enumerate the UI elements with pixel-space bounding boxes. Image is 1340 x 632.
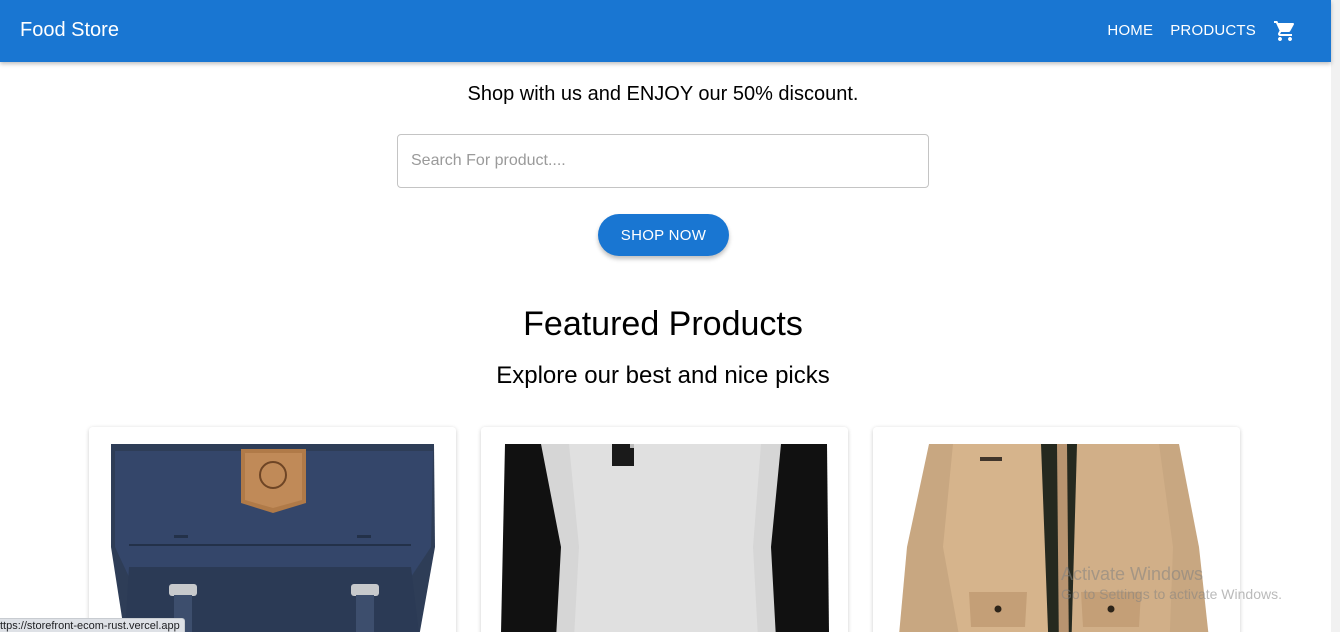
status-bar-url: ttps://storefront-ecom-rust.vercel.app — [0, 618, 185, 632]
watermark-subtitle: Go to Settings to activate Windows. — [1061, 586, 1282, 602]
product-card[interactable] — [481, 427, 848, 632]
shopping-cart-icon[interactable] — [1273, 19, 1297, 43]
featured-title: Featured Products — [523, 305, 803, 343]
shop-now-button[interactable]: SHOP NOW — [598, 214, 729, 256]
page-scrollbar[interactable] — [1331, 0, 1340, 632]
windows-activation-watermark: Activate Windows Go to Settings to activ… — [1061, 563, 1282, 603]
brand-title[interactable]: Food Store — [20, 18, 119, 42]
app-bar: Food Store HOME PRODUCTS — [0, 0, 1331, 62]
promo-text: Shop with us and ENJOY our 50% discount. — [467, 83, 859, 105]
product-card[interactable] — [89, 427, 456, 632]
search-input[interactable] — [397, 134, 929, 188]
watermark-title: Activate Windows — [1061, 564, 1204, 584]
nav-home-link[interactable]: HOME — [1107, 20, 1153, 42]
raglan-tshirt-image[interactable] — [481, 427, 848, 632]
navy-backpack-image[interactable] — [89, 427, 456, 632]
nav-products-link[interactable]: PRODUCTS — [1170, 20, 1256, 42]
featured-subtitle: Explore our best and nice picks — [496, 362, 830, 389]
nav-menu: HOME PRODUCTS — [1090, 19, 1297, 43]
